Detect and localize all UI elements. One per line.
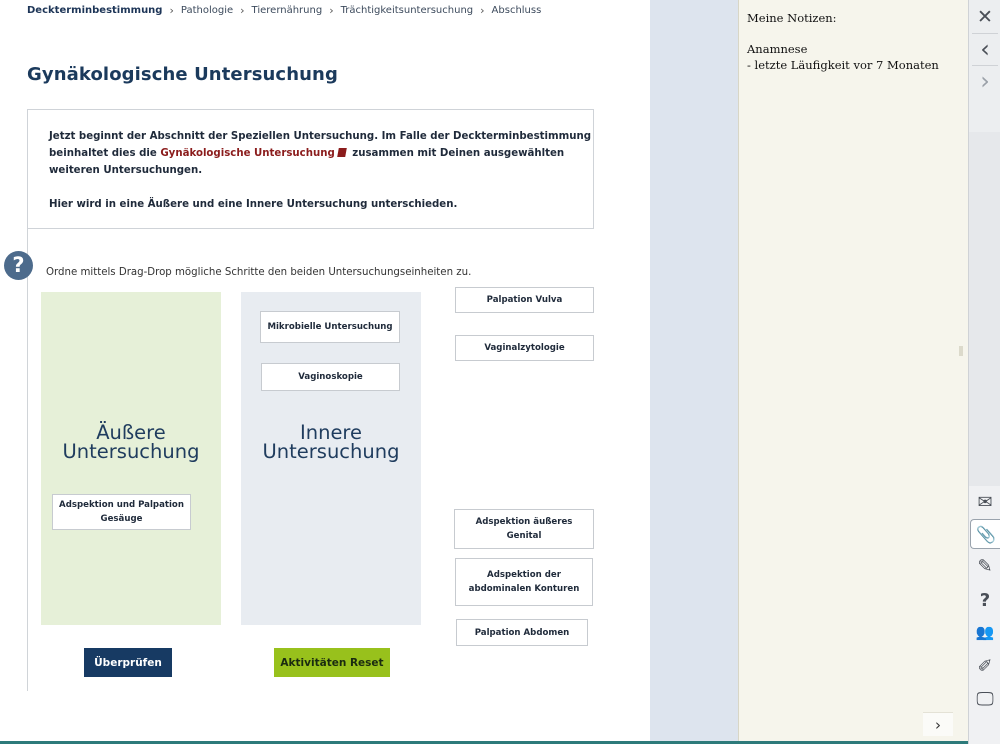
notes-line: - letzte Läufigkeit vor 7 Monaten: [747, 58, 939, 72]
help-question-icon[interactable]: ?: [4, 251, 33, 280]
drag-drop-instruction: Ordne mittels Drag-Drop mögliche Schritt…: [46, 267, 472, 278]
help-icon[interactable]: ?: [969, 585, 1000, 615]
page-title: Gynäkologische Untersuchung: [27, 64, 338, 85]
breadcrumb-item-deckterminbestimmung[interactable]: Deckterminbestimmung: [27, 5, 162, 16]
gynaekologische-untersuchung-link[interactable]: Gynäkologische Untersuchung: [160, 148, 334, 159]
breadcrumb-chevron-icon: ›: [329, 4, 334, 17]
intro-paragraph: Jetzt beginnt der Abschnitt der Speziell…: [49, 128, 593, 179]
draggable-card-vaginoskopie[interactable]: Vaginoskopie: [261, 363, 400, 391]
breadcrumb-item-pathologie[interactable]: Pathologie: [181, 5, 233, 16]
breadcrumb-chevron-icon: ›: [480, 4, 485, 17]
close-icon[interactable]: ✕: [969, 2, 1000, 32]
drop-zone-label-line2: Untersuchung: [62, 440, 200, 463]
chevron-right-icon[interactable]: ›: [969, 66, 1000, 96]
main-content: Deckterminbestimmung › Pathologie › Tier…: [0, 0, 650, 744]
intro-paragraph-2: Hier wird in eine Äußere und eine Innere…: [49, 199, 458, 210]
background-gap: [650, 0, 738, 744]
edit-icon[interactable]: ✎: [969, 551, 1000, 581]
check-button[interactable]: Überprüfen: [84, 648, 172, 677]
group-icon[interactable]: 👥: [969, 617, 1000, 647]
drop-zone-label: Äußere Untersuchung: [41, 423, 221, 463]
breadcrumb-item-abschluss[interactable]: Abschluss: [492, 5, 542, 16]
breadcrumb-item-tierernaehrung[interactable]: Tierernährung: [252, 5, 323, 16]
content-divider: [27, 229, 28, 691]
drop-zone-aeussere-untersuchung[interactable]: Äußere Untersuchung: [41, 292, 221, 625]
breadcrumb-item-traechtigkeitsuntersuchung[interactable]: Trächtigkeitsuntersuchung: [341, 5, 474, 16]
draggable-card-vaginalzytologie[interactable]: Vaginalzytologie: [455, 335, 594, 361]
notes-title: Meine Notizen:: [747, 11, 837, 25]
draggable-card-adspektion-abdominale-konturen[interactable]: Adspektion der abdominalen Konturen: [455, 558, 593, 606]
notes-panel[interactable]: Meine Notizen: Anamnese - letzte Läufigk…: [738, 0, 968, 744]
drop-zone-label-line2: Untersuchung: [262, 440, 400, 463]
notes-scrollbar[interactable]: [959, 346, 963, 356]
draggable-card-palpation-vulva[interactable]: Palpation Vulva: [455, 287, 594, 313]
screen-icon[interactable]: 🖵: [969, 684, 1000, 714]
attachment-icon[interactable]: 📎: [970, 519, 1000, 549]
breadcrumb-chevron-icon: ›: [169, 4, 174, 17]
breadcrumb-chevron-icon: ›: [240, 4, 245, 17]
drop-zone-label: Innere Untersuchung: [241, 423, 421, 463]
draggable-card-palpation-abdomen[interactable]: Palpation Abdomen: [456, 619, 588, 646]
notes-chevron-right-icon[interactable]: ›: [923, 712, 953, 736]
book-icon: [336, 148, 347, 157]
pen-icon[interactable]: ✐: [969, 651, 1000, 681]
chevron-left-icon[interactable]: ‹: [969, 34, 1000, 64]
right-toolbar: ✕ ‹ › ✉ 📎 ✎ ? 👥 ✐ 🖵: [968, 0, 1000, 744]
draggable-card-adspektion-aeusseres-genital[interactable]: Adspektion äußeres Genital: [454, 509, 594, 549]
breadcrumb: Deckterminbestimmung › Pathologie › Tier…: [27, 4, 541, 17]
reset-activities-button[interactable]: Aktivitäten Reset: [274, 648, 390, 677]
notes-heading: Anamnese: [747, 42, 808, 56]
draggable-card-adspektion-palpation-gesaeuge[interactable]: Adspektion und Palpation Gesäuge: [52, 494, 191, 530]
draggable-card-mikrobielle-untersuchung[interactable]: Mikrobielle Untersuchung: [260, 311, 400, 343]
intro-box: Jetzt beginnt der Abschnitt der Speziell…: [27, 109, 594, 229]
mail-icon[interactable]: ✉: [969, 487, 1000, 517]
